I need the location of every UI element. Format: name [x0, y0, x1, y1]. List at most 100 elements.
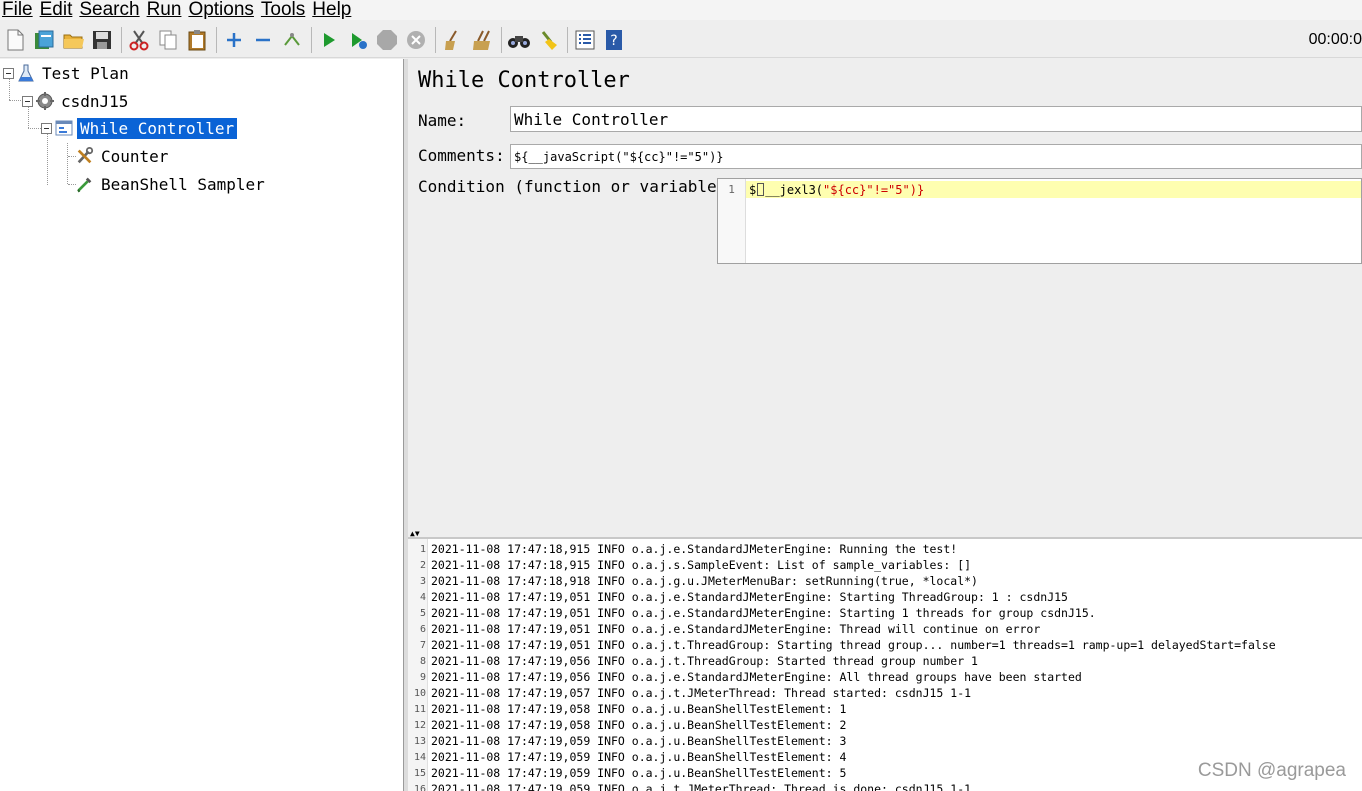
- paste-icon: [188, 29, 206, 50]
- stop-button[interactable]: [375, 28, 399, 52]
- collapse-toggle[interactable]: [41, 122, 52, 134]
- toggle-icon: [284, 32, 300, 46]
- condition-function: __jexl3(: [765, 182, 824, 197]
- help-button[interactable]: ?: [602, 28, 626, 52]
- expand-all-button[interactable]: [222, 28, 246, 52]
- toolbar-separator: [501, 26, 502, 53]
- tree-line: [47, 134, 48, 185]
- log-line-number: 4: [419, 591, 426, 603]
- function-helper-icon: [575, 30, 595, 49]
- paste-button[interactable]: [185, 28, 209, 52]
- clear-button[interactable]: [441, 28, 465, 52]
- log-line-text: 2021-11-08 17:47:19,058 INFO o.a.j.u.Bea…: [431, 702, 847, 716]
- stop-icon: [377, 29, 397, 50]
- start-no-pauses-button[interactable]: [346, 28, 370, 52]
- save-icon: [93, 30, 111, 49]
- menu-help[interactable]: Help: [312, 0, 352, 20]
- log-line-text: 2021-11-08 17:47:18,918 INFO o.a.j.g.u.J…: [431, 574, 978, 588]
- toolbar-separator: [216, 26, 217, 53]
- tree-line: [28, 128, 41, 129]
- test-plan-tree: Test Plan csdnJ15 While Controller Count…: [0, 59, 404, 791]
- log-line: 6 2021-11-08 17:47:19,051 INFO o.a.j.e.St…: [408, 621, 1040, 637]
- bracket-match-marker: [757, 183, 765, 196]
- name-field[interactable]: While Controller: [510, 106, 1362, 132]
- log-line: 14 2021-11-08 17:47:19,059 INFO o.a.j.u.B…: [408, 749, 846, 765]
- tree-line: [9, 100, 23, 101]
- log-line-text: 2021-11-08 17:47:19,057 INFO o.a.j.t.JMe…: [431, 686, 972, 700]
- log-line-number: 9: [419, 671, 426, 683]
- log-line-text: 2021-11-08 17:47:19,056 INFO o.a.j.t.Thr…: [431, 654, 978, 668]
- toolbar-separator: [567, 26, 568, 53]
- name-label: Name:: [418, 111, 467, 130]
- thread-group-gear-icon: [36, 91, 54, 111]
- comments-field[interactable]: ${__javaScript("${cc}"!="5")}: [510, 144, 1362, 169]
- condition-editor[interactable]: 1 $ __jexl3("${cc}"!="5")}: [717, 178, 1362, 264]
- open-button[interactable]: [61, 28, 85, 52]
- tree-node-thread-group[interactable]: csdnJ15: [22, 88, 131, 114]
- condition-suffix: )}: [909, 182, 925, 197]
- condition-line[interactable]: $ __jexl3("${cc}"!="5")}: [746, 181, 1361, 198]
- elapsed-time: 00:00:0: [1308, 31, 1362, 48]
- toggle-button[interactable]: [280, 28, 304, 52]
- wrench-icon: [76, 146, 94, 166]
- menu-options[interactable]: Options: [188, 0, 253, 19]
- collapse-all-button[interactable]: [251, 28, 275, 52]
- log-viewer[interactable]: 1 2021-11-08 17:47:18,915 INFO o.a.j.e.St…: [408, 537, 1362, 791]
- log-line-number: 2: [419, 559, 426, 571]
- log-line-number: 11: [413, 703, 426, 715]
- condition-string: "${cc}"!="5": [823, 182, 910, 197]
- log-line-text: 2021-11-08 17:47:19,059 INFO o.a.j.t.JMe…: [431, 782, 972, 791]
- menu-file[interactable]: File: [2, 0, 33, 20]
- log-line-text: 2021-11-08 17:47:18,915 INFO o.a.j.e.Sta…: [431, 542, 958, 556]
- comments-label: Comments:: [418, 146, 505, 165]
- menu-search-label: Search: [79, 0, 140, 20]
- menu-help-label: Help: [312, 0, 352, 20]
- log-line-number: 12: [413, 719, 426, 731]
- tree-label-thread-group: csdnJ15: [61, 91, 129, 111]
- log-line-text: 2021-11-08 17:47:19,051 INFO o.a.j.e.Sta…: [431, 622, 1041, 636]
- log-line-number: 7: [419, 639, 426, 651]
- copy-button[interactable]: [156, 28, 180, 52]
- controller-icon: [55, 118, 73, 138]
- menu-tools[interactable]: Tools: [261, 0, 305, 19]
- search-button[interactable]: [507, 28, 531, 52]
- collapse-icon: [256, 38, 270, 41]
- tree-label-counter: Counter: [101, 146, 169, 166]
- tree-node-counter[interactable]: Counter: [76, 143, 171, 169]
- tree-label-while-controller: While Controller: [77, 117, 238, 139]
- tree-node-while-controller[interactable]: While Controller: [41, 115, 238, 141]
- start-button[interactable]: [317, 28, 341, 52]
- reset-search-button[interactable]: [536, 28, 560, 52]
- clear-all-button[interactable]: [470, 28, 494, 52]
- new-button[interactable]: [3, 28, 27, 52]
- log-line-text: 2021-11-08 17:47:19,051 INFO o.a.j.t.Thr…: [431, 638, 1276, 652]
- log-line-text: 2021-11-08 17:47:19,059 INFO o.a.j.u.Bea…: [431, 750, 847, 764]
- cut-icon: [129, 29, 149, 50]
- toolbar-separator: [311, 26, 312, 53]
- menu-file-label: File: [2, 0, 33, 20]
- log-line-text: 2021-11-08 17:47:19,051 INFO o.a.j.e.Sta…: [431, 606, 1096, 620]
- templates-button[interactable]: [32, 28, 56, 52]
- log-line: 5 2021-11-08 17:47:19,051 INFO o.a.j.e.St…: [408, 605, 1096, 621]
- menu-edit[interactable]: Edit: [40, 0, 73, 19]
- toolbar-separator: [435, 26, 436, 53]
- log-line-text: 2021-11-08 17:47:19,059 INFO o.a.j.u.Bea…: [431, 734, 847, 748]
- function-helper-button[interactable]: [573, 28, 597, 52]
- collapse-toggle[interactable]: [22, 95, 33, 107]
- menu-run[interactable]: Run: [147, 0, 182, 19]
- log-line: 16 2021-11-08 17:47:19,059 INFO o.a.j.t.J…: [408, 781, 971, 791]
- cut-button[interactable]: [127, 28, 151, 52]
- condition-label: Condition (function or variable): [418, 177, 727, 196]
- while-controller-panel: While Controller Name: While Controller …: [408, 59, 1362, 533]
- save-button[interactable]: [90, 28, 114, 52]
- line-number-gutter: 1: [718, 179, 746, 263]
- shutdown-button[interactable]: [404, 28, 428, 52]
- clear-icon: [445, 29, 457, 50]
- menu-search[interactable]: Search: [79, 0, 140, 20]
- tree-label-test-plan: Test Plan: [42, 63, 129, 83]
- tree-node-beanshell-sampler[interactable]: BeanShell Sampler: [76, 171, 268, 197]
- toolbar-separator: [121, 26, 122, 53]
- copy-icon: [159, 30, 177, 49]
- tree-node-test-plan[interactable]: Test Plan: [3, 60, 132, 86]
- collapse-toggle[interactable]: [3, 67, 14, 79]
